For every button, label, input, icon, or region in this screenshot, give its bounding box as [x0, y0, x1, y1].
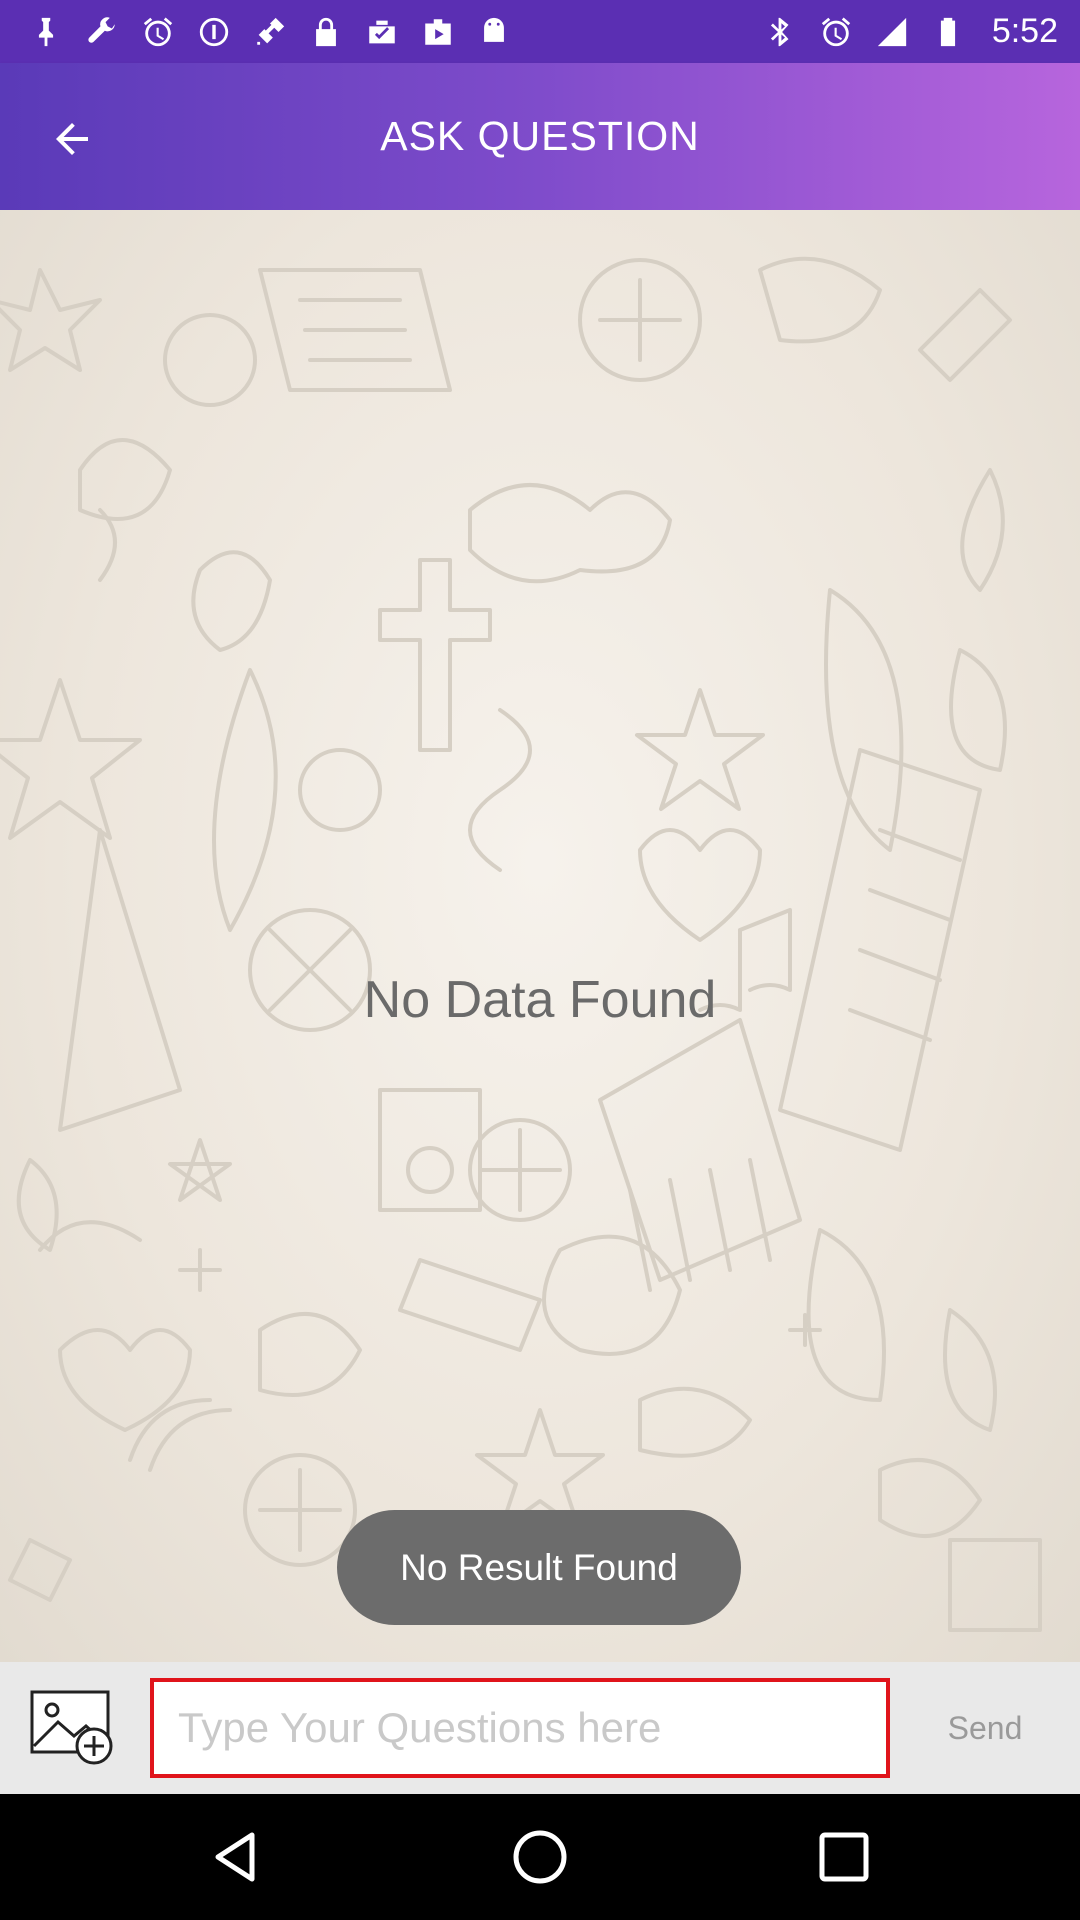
send-button[interactable]: Send — [920, 1678, 1050, 1778]
toast-text: No Result Found — [400, 1546, 678, 1588]
question-input[interactable] — [150, 1678, 890, 1778]
briefcase-play-icon — [420, 14, 456, 50]
status-time: 5:52 — [991, 12, 1058, 50]
alarm-icon — [140, 14, 176, 50]
empty-state-message: No Data Found — [363, 971, 717, 1029]
wrench-icon — [84, 14, 120, 50]
home-circle-icon — [513, 1830, 567, 1884]
add-image-icon — [30, 1690, 113, 1765]
android-icon — [476, 14, 512, 50]
nav-home-button[interactable] — [510, 1827, 570, 1887]
status-right-icons: 5:52 — [762, 12, 1058, 51]
doodle-background — [0, 256, 1042, 1632]
back-triangle-icon — [215, 1832, 255, 1882]
page-title: ASK QUESTION — [380, 113, 700, 159]
status-bar: 5:52 — [0, 0, 1080, 63]
alarm-icon — [818, 14, 854, 50]
signal-icon — [874, 14, 910, 50]
add-image-button[interactable] — [28, 1688, 118, 1768]
clipboard-check-icon — [364, 14, 400, 50]
bluetooth-icon — [762, 14, 798, 50]
satellite-icon — [252, 14, 288, 50]
lock-icon — [308, 14, 344, 50]
message-composer: Send — [0, 1662, 1080, 1794]
nav-back-button[interactable] — [206, 1827, 266, 1887]
status-left-icons — [28, 14, 512, 50]
toast-message: No Result Found — [337, 1510, 741, 1625]
nav-recents-button[interactable] — [814, 1827, 874, 1887]
chat-area[interactable]: No Data Found No Result Found — [0, 210, 1080, 1662]
recents-square-icon — [819, 1832, 869, 1882]
app-bar: ASK QUESTION — [0, 63, 1080, 210]
info-circle-icon — [196, 14, 232, 50]
battery-icon — [930, 14, 966, 50]
system-nav-bar — [0, 1794, 1080, 1920]
pin-icon — [28, 14, 64, 50]
